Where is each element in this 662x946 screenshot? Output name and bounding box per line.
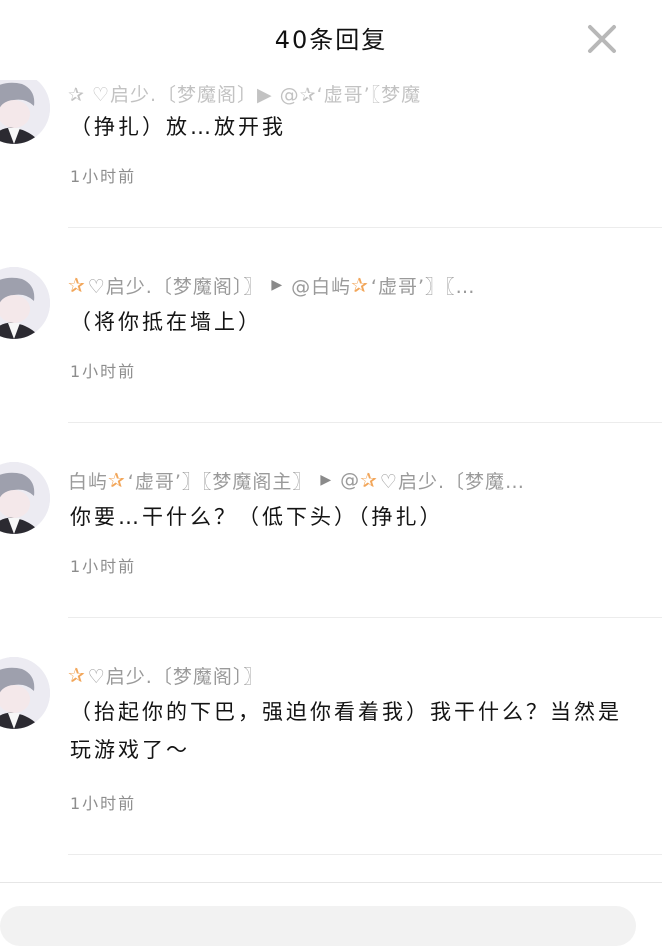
divider [68,422,662,423]
reply-to-user[interactable]: ♡启少.〔梦魔… [380,467,525,494]
avatar[interactable] [0,267,50,339]
divider [68,854,662,855]
avatar-image [0,462,50,534]
spark-icon: ✰ [351,273,369,297]
spark-icon: ✰ [360,468,378,492]
comment-meta-text: ✰ ♡启少.〔梦魔阁〕▶ @✰‘虚哥’〖梦魔 [68,83,422,106]
comment-meta: ✰ ♡启少.〔梦魔阁〕〗 [68,660,642,690]
avatar[interactable] [0,462,50,534]
comment-username[interactable]: ♡启少.〔梦魔阁〕〗 [88,272,264,299]
comment-text: 你要…干什么？（低下头）（挣扎） [70,505,444,529]
header: 40条回复 [0,0,662,80]
spark-icon: ✰ [68,663,86,687]
play-arrow-icon: ▶ [271,277,284,293]
reply-input[interactable] [0,906,636,946]
avatar[interactable] [0,657,50,729]
reply-to-user[interactable]: ‘虚哥’〗〖… [371,272,476,299]
comment-text: （挣扎）放…放开我 [70,115,286,139]
comment-username[interactable]: 白屿 [68,467,108,494]
page-title: 40条回复 [274,26,388,54]
comment-meta: 白屿 ✰ ‘虚哥’〗〖梦魔阁主〗 ▶ @ ✰ ♡启少.〔梦魔… [68,465,642,495]
reply-to-prefix[interactable]: @白屿 [291,272,351,299]
avatar-image [0,72,50,144]
reply-to-prefix[interactable]: @ [340,469,360,491]
avatar-image [0,657,50,729]
comment-time: 1小时前 [70,794,137,813]
close-button[interactable] [580,17,624,61]
comment-meta: ✰ ♡启少.〔梦魔阁〕〗 ▶ @白屿 ✰ ‘虚哥’〗〖… [68,270,642,300]
comment-text: （将你抵在墙上） [70,310,262,334]
spark-icon: ✰ [108,468,126,492]
divider [68,617,662,618]
avatar-image [0,267,50,339]
comment-text: （抬起你的下巴，强迫你看着我）我干什么？当然是玩游戏了～ [70,700,622,762]
play-arrow-icon: ▶ [320,472,333,488]
comment-meta: ✰ ♡启少.〔梦魔阁〕▶ @✰‘虚哥’〖梦魔 [68,78,642,108]
comment-time: 1小时前 [70,167,137,186]
close-icon [588,25,616,53]
divider [68,227,662,228]
comment-time: 1小时前 [70,557,137,576]
comment-username-suffix[interactable]: ‘虚哥’〗〖梦魔阁主〗 [128,467,313,494]
comment-username[interactable]: ♡启少.〔梦魔阁〕〗 [88,662,264,689]
comment-list[interactable]: ✰ ♡启少.〔梦魔阁〕▶ @✰‘虚哥’〖梦魔 （挣扎）放…放开我 1小时前 ✰ … [0,0,662,880]
comment-time: 1小时前 [70,362,137,381]
spark-icon: ✰ [68,273,86,297]
divider [0,882,662,883]
avatar[interactable] [0,72,50,144]
